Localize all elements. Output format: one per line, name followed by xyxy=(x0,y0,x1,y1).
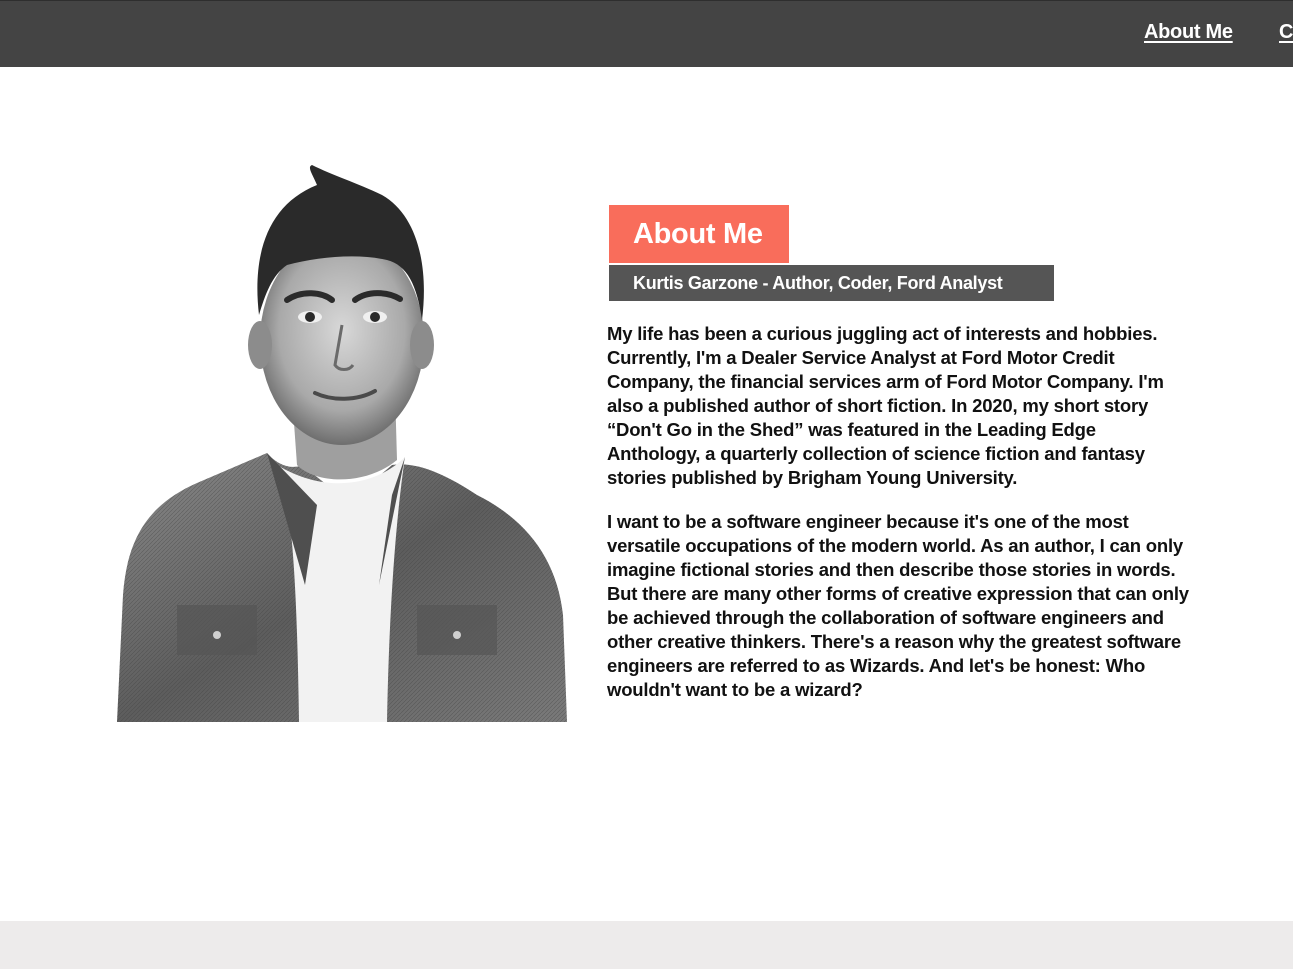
about-me-heading: About Me xyxy=(609,205,789,263)
about-me-subtitle: Kurtis Garzone - Author, Coder, Ford Ana… xyxy=(609,265,1054,301)
top-navigation-bar: About Me C xyxy=(0,0,1293,67)
nav-link-contact[interactable]: C xyxy=(1279,21,1293,44)
footer xyxy=(0,921,1293,969)
bio-paragraph: I want to be a software engineer because… xyxy=(607,511,1189,700)
bio-paragraph: My life has been a curious juggling act … xyxy=(607,323,1164,488)
nav-link-about-me[interactable]: About Me xyxy=(1144,21,1233,44)
bio-text: My life has been a curious juggling act … xyxy=(607,322,1191,722)
profile-photo xyxy=(117,165,567,722)
